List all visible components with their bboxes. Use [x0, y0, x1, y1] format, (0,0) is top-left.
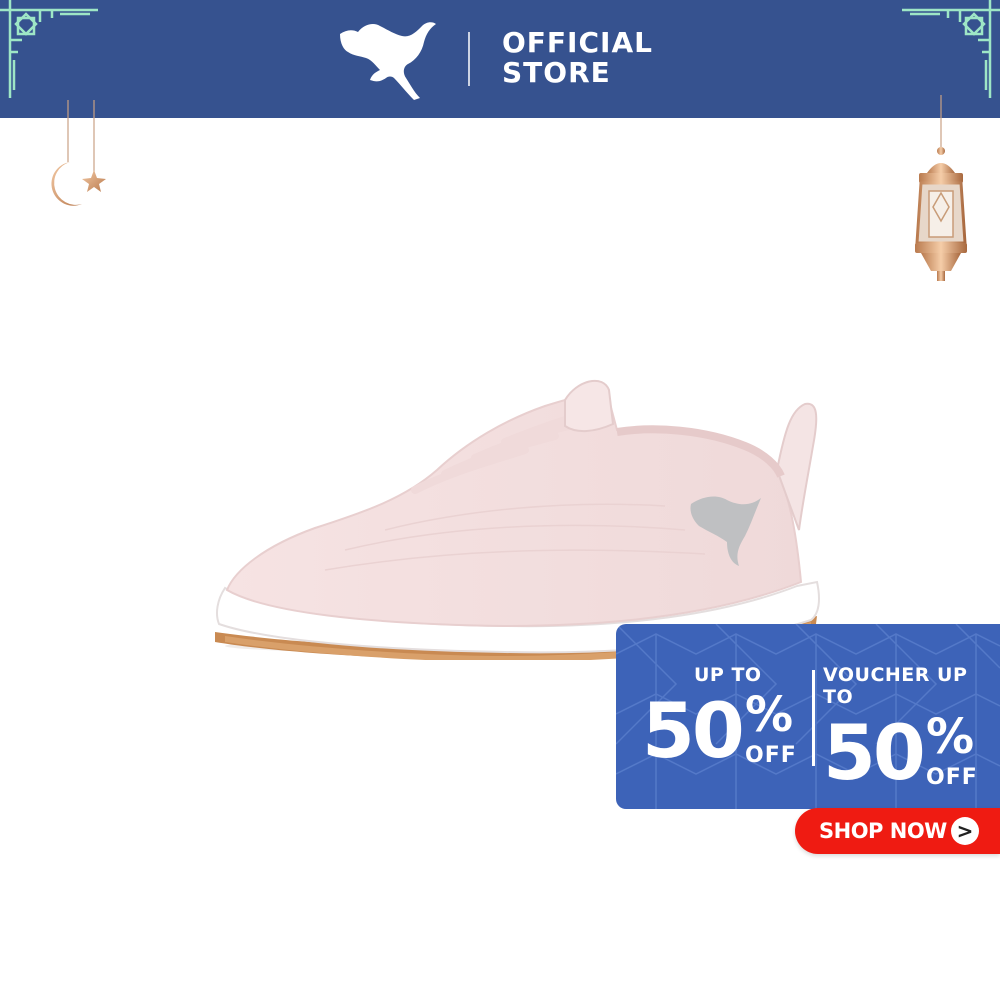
crescent-moon-and-star-icon	[51, 100, 106, 206]
promo-banner: UP TO 50 % OFF VOUCHER UP TO 50 % OFF	[616, 624, 1000, 809]
official-store-label: OFFICIAL STORE	[502, 28, 653, 88]
brand-lockup: OFFICIAL STORE	[336, 18, 656, 100]
shop-now-label: SHOP NOW	[819, 819, 947, 843]
header-bar: OFFICIAL STORE	[0, 0, 1000, 118]
discount-suffix: OFF	[745, 743, 797, 768]
shop-now-button[interactable]: SHOP NOW >	[795, 808, 1000, 854]
voucher-number: 50	[823, 708, 926, 797]
discount-offer: UP TO 50 % OFF	[642, 664, 812, 782]
geometric-corner-ornament-icon	[0, 0, 98, 98]
voucher-prefix: VOUCHER UP TO	[823, 664, 968, 708]
voucher-percent: %	[926, 709, 975, 765]
ramadan-lantern-icon	[915, 95, 967, 281]
discount-prefix: UP TO	[694, 664, 762, 686]
geometric-corner-ornament-icon	[902, 0, 1000, 98]
brand-divider	[468, 32, 470, 86]
voucher-suffix: OFF	[926, 765, 978, 790]
store-line-2: STORE	[502, 56, 611, 89]
arrow-right-icon: >	[951, 817, 979, 845]
pink-sneaker-image	[215, 380, 825, 660]
discount-number: 50	[642, 686, 745, 775]
puma-cat-logo-icon	[340, 22, 436, 100]
discount-percent: %	[745, 687, 794, 743]
store-line-1: OFFICIAL	[502, 26, 653, 59]
promo-divider	[812, 670, 815, 766]
voucher-offer: VOUCHER UP TO 50 % OFF	[823, 664, 995, 804]
